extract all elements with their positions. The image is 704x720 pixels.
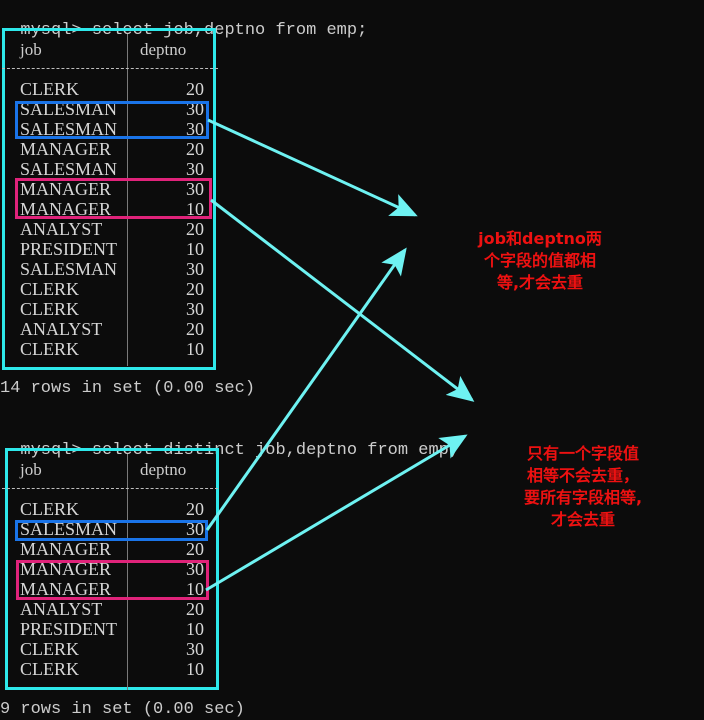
note-line: 个字段的值都相 [483,251,596,270]
arrow-manager-to-note2 [210,198,475,402]
arrow-salesman-to-note1 [207,118,418,217]
arrow-distinct-manager-to-note2 [205,434,468,592]
note-line: job和deptno两 [478,229,602,248]
note-line: 才会去重 [550,510,615,529]
annotation-note-2: 只有一个字段值 相等不会去重， 要所有字段相等, 才会去重 [488,443,678,531]
note-line: 相等不会去重， [526,466,639,485]
annotation-note-1: job和deptno两 个字段的值都相 等,才会去重 [440,228,640,294]
note-line: 只有一个字段值 [526,444,639,463]
annotation-arrows [205,118,475,592]
note-line: 要所有字段相等, [523,488,643,507]
note-line: 等,才会去重 [496,273,584,292]
